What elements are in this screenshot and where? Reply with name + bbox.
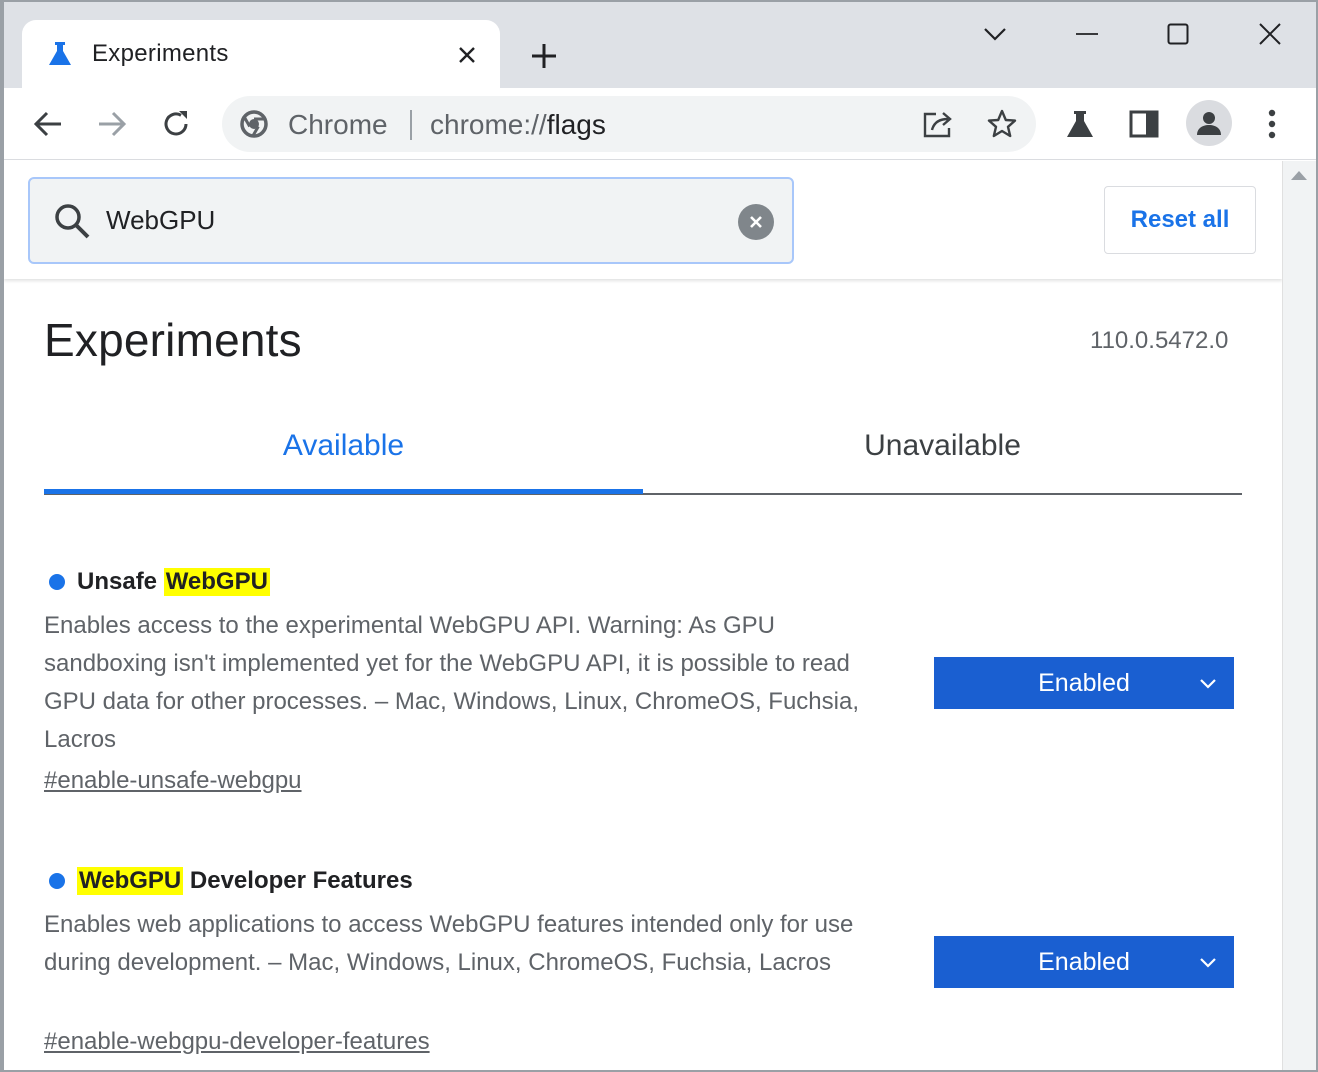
flag-state-select[interactable]: Enabled <box>934 936 1234 988</box>
version-label: 110.0.5472.0 <box>1090 327 1229 354</box>
flag-item-unsafe-webgpu: Unsafe WebGPU Enables access to the expe… <box>44 567 1244 817</box>
url-host: flags <box>546 109 606 140</box>
tab-experiments[interactable]: Experiments <box>22 20 500 90</box>
url-scheme: chrome:// <box>430 109 547 140</box>
omnibox-separator <box>410 110 412 140</box>
flag-title-suffix: Developer Features <box>183 867 413 894</box>
flag-description: Enables web applications to access WebGP… <box>44 911 854 976</box>
side-panel-icon[interactable] <box>1120 100 1168 148</box>
flag-state-value: Enabled <box>1038 668 1130 697</box>
active-tab-indicator <box>44 489 643 494</box>
flag-title: WebGPU Developer Features <box>44 866 413 896</box>
flag-description: Enables access to the experimental WebGP… <box>44 612 859 753</box>
address-bar[interactable]: Chrome chrome://flags <box>222 96 1036 152</box>
tab-unavailable[interactable]: Unavailable <box>643 429 1242 463</box>
left-edge-accent <box>0 175 4 249</box>
search-box[interactable] <box>28 177 794 264</box>
chevron-down-icon <box>1196 950 1220 974</box>
labs-flask-icon[interactable] <box>1056 100 1104 148</box>
flag-title-highlight: WebGPU <box>77 867 184 895</box>
url-text[interactable]: chrome://flags <box>430 109 606 141</box>
tab-strip: Available Unavailable <box>44 409 1242 495</box>
flag-state-select[interactable]: Enabled <box>934 657 1234 709</box>
minimize-icon[interactable] <box>1042 10 1132 58</box>
flag-anchor-link[interactable]: #enable-unsafe-webgpu <box>44 767 302 795</box>
flags-header: Reset all <box>4 161 1282 279</box>
flag-state-value: Enabled <box>1038 947 1130 976</box>
flask-icon <box>46 40 74 68</box>
menu-kebab-icon[interactable] <box>1248 100 1296 148</box>
window-close-icon[interactable] <box>1225 10 1315 58</box>
page-scrollbar[interactable] <box>1282 161 1316 1072</box>
new-tab-plus-icon[interactable] <box>522 34 566 78</box>
chrome-logo-icon <box>240 110 268 138</box>
chevron-down-icon <box>1196 671 1220 695</box>
forward-arrow-icon[interactable] <box>88 100 136 148</box>
toolbar: Chrome chrome://flags <box>4 88 1316 160</box>
flag-title: Unsafe WebGPU <box>44 567 270 597</box>
share-icon[interactable] <box>914 100 962 148</box>
tab-title: Experiments <box>92 40 229 67</box>
title-bar: Experiments <box>0 0 1318 90</box>
bookmark-star-icon[interactable] <box>978 100 1026 148</box>
page-title: Experiments <box>44 314 302 366</box>
flag-status-dot <box>49 574 65 590</box>
profile-avatar-icon[interactable] <box>1186 100 1232 146</box>
flag-status-dot <box>49 873 65 889</box>
omnibox-chip[interactable]: Chrome <box>288 109 388 141</box>
flag-item-webgpu-developer-features: WebGPU Developer Features Enables web ap… <box>44 866 1244 1066</box>
flag-anchor-link[interactable]: #enable-webgpu-developer-features <box>44 1028 430 1056</box>
reload-icon[interactable] <box>152 100 200 148</box>
search-icon <box>52 201 92 241</box>
flags-page: Reset all Experiments 110.0.5472.0 Avail… <box>4 161 1282 1072</box>
scroll-up-arrow-icon[interactable] <box>1291 171 1307 180</box>
flag-title-prefix: Unsafe <box>77 568 164 595</box>
clear-search-icon[interactable] <box>738 204 774 240</box>
back-arrow-icon[interactable] <box>24 100 72 148</box>
tab-search-chevron-down-icon[interactable] <box>950 10 1040 58</box>
search-input[interactable] <box>106 195 706 245</box>
tab-available[interactable]: Available <box>44 429 643 463</box>
maximize-icon[interactable] <box>1133 10 1223 58</box>
tab-close-icon[interactable] <box>450 38 484 72</box>
flag-title-highlight: WebGPU <box>163 568 270 596</box>
reset-all-button[interactable]: Reset all <box>1104 186 1256 254</box>
